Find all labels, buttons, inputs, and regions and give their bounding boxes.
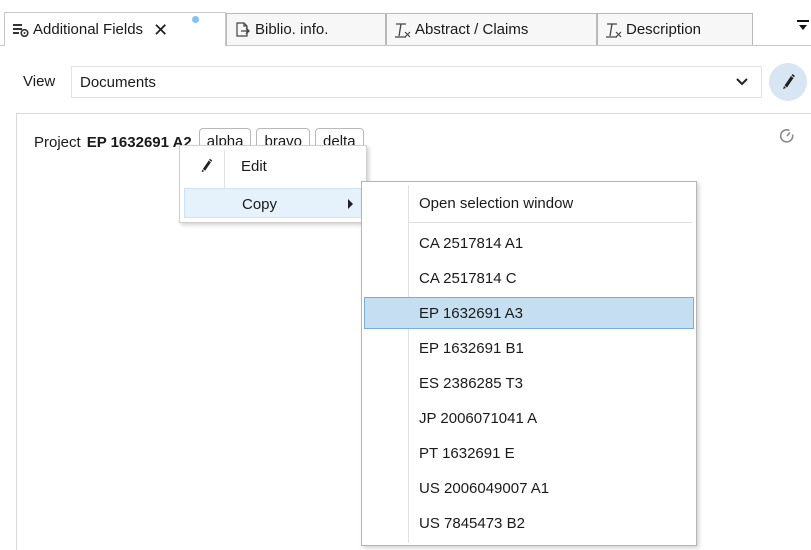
tab-overflow-icon[interactable]: [797, 18, 809, 37]
biblio-icon: [234, 21, 252, 39]
submenu-item-label: Open selection window: [419, 195, 574, 212]
submenu-item-label: EP 1632691 B1: [419, 340, 524, 357]
tab-biblio-info[interactable]: Biblio. info.: [226, 13, 386, 45]
tab-label: Biblio. info.: [255, 21, 329, 38]
submenu-item-label: CA 2517814 C: [419, 270, 517, 287]
menu-separator: [409, 222, 692, 223]
submenu-arrow-icon: [348, 199, 353, 209]
submenu-item[interactable]: EP 1632691 B1: [364, 332, 694, 364]
tab-label: Additional Fields: [33, 21, 144, 38]
submenu-item[interactable]: US 2006049007 A1: [364, 472, 694, 504]
pencil-icon: [198, 157, 214, 173]
submenu-item-selected[interactable]: EP 1632691 A3: [364, 297, 694, 329]
submenu-item-label: US 2006049007 A1: [419, 480, 550, 497]
edit-button[interactable]: [769, 63, 807, 101]
modified-dot: [192, 16, 199, 23]
project-number: EP 1632691 A2: [86, 133, 192, 151]
submenu-item-label: ES 2386285 T3: [419, 375, 523, 392]
submenu-item[interactable]: US 7845473 B2: [364, 507, 694, 539]
view-label: View: [23, 73, 56, 90]
view-row: View Documents: [0, 60, 811, 102]
context-menu: Edit Copy: [179, 145, 367, 223]
tab-bar: Additional Fields ✕ Biblio. info. Abstra…: [0, 0, 811, 46]
view-select[interactable]: Documents: [71, 66, 762, 98]
submenu-item[interactable]: ES 2386285 T3: [364, 367, 694, 399]
tab-description[interactable]: Description: [597, 13, 753, 45]
fields-icon: [12, 21, 30, 39]
pencil-icon: [779, 72, 797, 93]
submenu-item[interactable]: CA 2517814 A1: [364, 227, 694, 259]
submenu-item-label: JP 2006071041 A: [419, 410, 538, 427]
clear-format-icon: [605, 21, 623, 39]
chevron-down-icon: [735, 72, 749, 90]
submenu-item-label: PT 1632691 E: [419, 445, 515, 462]
view-select-value: Documents: [80, 74, 156, 91]
clear-format-icon: [394, 21, 412, 39]
close-tab-icon[interactable]: ✕: [153, 21, 168, 39]
submenu-open-selection-window[interactable]: Open selection window: [364, 187, 694, 219]
menu-item-label: Edit: [241, 158, 267, 175]
submenu-item-label: CA 2517814 A1: [419, 235, 524, 252]
app-root: Additional Fields ✕ Biblio. info. Abstra…: [0, 0, 811, 550]
copy-submenu: Open selection window CA 2517814 A1 CA 2…: [361, 181, 697, 546]
submenu-item[interactable]: JP 2006071041 A: [364, 402, 694, 434]
refresh-icon[interactable]: [777, 126, 797, 146]
submenu-item[interactable]: CA 2517814 C: [364, 262, 694, 294]
menu-item-copy[interactable]: Copy: [184, 188, 362, 218]
submenu-item-label: US 7845473 B2: [419, 515, 525, 532]
tab-label: Abstract / Claims: [415, 21, 529, 38]
menu-item-edit[interactable]: Edit: [184, 151, 362, 181]
submenu-item[interactable]: PT 1632691 E: [364, 437, 694, 469]
tab-additional-fields[interactable]: Additional Fields ✕: [4, 12, 226, 46]
tab-abstract-claims[interactable]: Abstract / Claims: [386, 13, 597, 45]
menu-item-label: Copy: [242, 196, 278, 213]
tab-label: Description: [626, 21, 702, 38]
submenu-item-label: EP 1632691 A3: [419, 305, 523, 322]
project-label: Project: [34, 133, 81, 151]
